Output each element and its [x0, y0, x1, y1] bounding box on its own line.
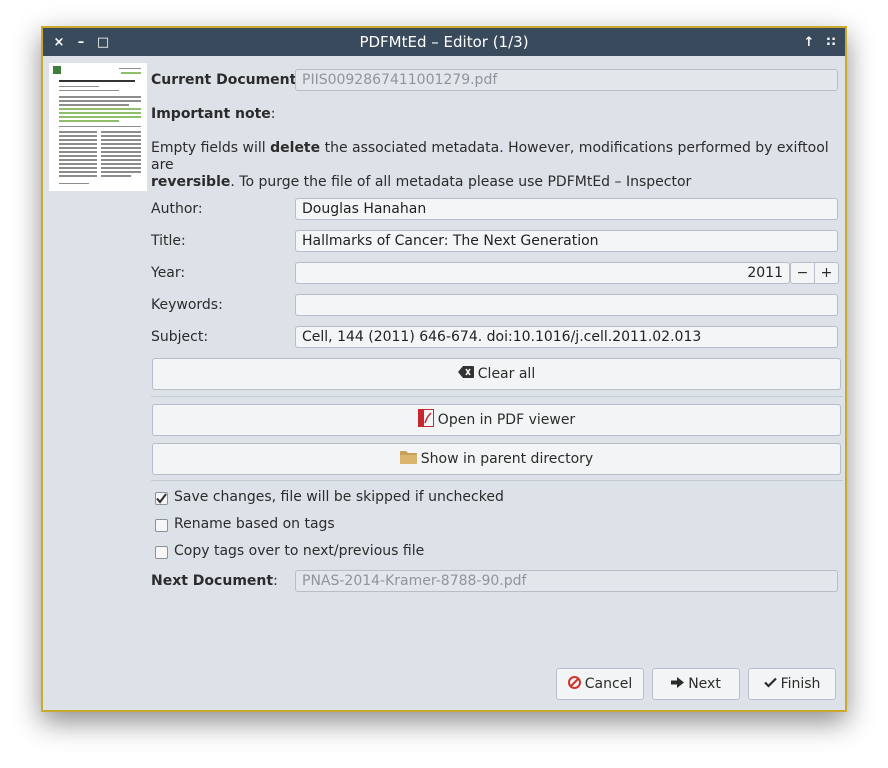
- next-document-label: Next Document:: [151, 573, 278, 589]
- subject-label: Subject:: [151, 329, 209, 345]
- arrow-up-icon: ↑: [803, 34, 815, 50]
- separator: [151, 396, 843, 397]
- window-menu-button[interactable]: ∷: [821, 32, 841, 52]
- year-increment-button[interactable]: +: [814, 262, 839, 284]
- editor-body: Current Document: PIIS0092867411001279.p…: [43, 56, 845, 710]
- cancel-button[interactable]: Cancel: [556, 668, 644, 700]
- title-label: Title:: [151, 233, 186, 249]
- title-field[interactable]: Hallmarks of Cancer: The Next Generation: [295, 230, 838, 252]
- rename-label[interactable]: Rename based on tags: [174, 516, 335, 532]
- document-thumbnail: [49, 63, 147, 191]
- current-document-label: Current Document:: [151, 72, 301, 88]
- year-label: Year:: [151, 265, 186, 281]
- pdf-icon: [417, 409, 434, 431]
- finish-button[interactable]: Finish: [748, 668, 836, 700]
- next-document-field: PNAS-2014-Kramer-8788-90.pdf: [295, 570, 838, 592]
- separator: [151, 480, 843, 481]
- arrow-right-icon: [671, 676, 685, 692]
- grid-icon: ∷: [826, 34, 836, 50]
- author-label: Author:: [151, 201, 203, 217]
- keywords-label: Keywords:: [151, 297, 223, 313]
- open-in-pdf-viewer-button[interactable]: Open in PDF viewer: [152, 404, 841, 436]
- important-note-text: Empty fields will delete the associated …: [151, 140, 829, 190]
- title-bar: × – □ PDFMtEd – Editor (1/3) ↑ ∷: [43, 28, 845, 56]
- rename-checkbox[interactable]: [155, 519, 168, 532]
- clear-all-button[interactable]: Clear all: [152, 358, 841, 390]
- save-changes-label[interactable]: Save changes, file will be skipped if un…: [174, 489, 504, 505]
- cancel-icon: [567, 675, 581, 693]
- year-spin-field[interactable]: 2011: [295, 262, 790, 284]
- checkmark-icon: [763, 676, 777, 692]
- plus-icon: +: [820, 265, 833, 281]
- subject-field[interactable]: Cell, 144 (2011) 646-674. doi:10.1016/j.…: [295, 326, 838, 348]
- folder-icon: [399, 450, 417, 468]
- copy-tags-label[interactable]: Copy tags over to next/previous file: [174, 543, 424, 559]
- checkmark-icon: [156, 493, 167, 504]
- author-field[interactable]: Douglas Hanahan: [295, 198, 838, 220]
- backspace-icon: [457, 366, 474, 382]
- year-decrement-button[interactable]: −: [790, 262, 815, 284]
- keywords-field[interactable]: [295, 294, 838, 316]
- current-document-field: PIIS0092867411001279.pdf: [295, 69, 838, 91]
- important-note-heading: Important note:: [151, 106, 276, 122]
- next-button[interactable]: Next: [652, 668, 740, 700]
- show-in-parent-directory-button[interactable]: Show in parent directory: [152, 443, 841, 475]
- minus-icon: −: [796, 265, 809, 281]
- window-title: PDFMtEd – Editor (1/3): [359, 33, 529, 51]
- editor-window: × – □ PDFMtEd – Editor (1/3) ↑ ∷ Current…: [41, 26, 847, 712]
- keep-above-button[interactable]: ↑: [799, 32, 819, 52]
- copy-tags-checkbox[interactable]: [155, 546, 168, 559]
- save-changes-checkbox[interactable]: [155, 492, 168, 505]
